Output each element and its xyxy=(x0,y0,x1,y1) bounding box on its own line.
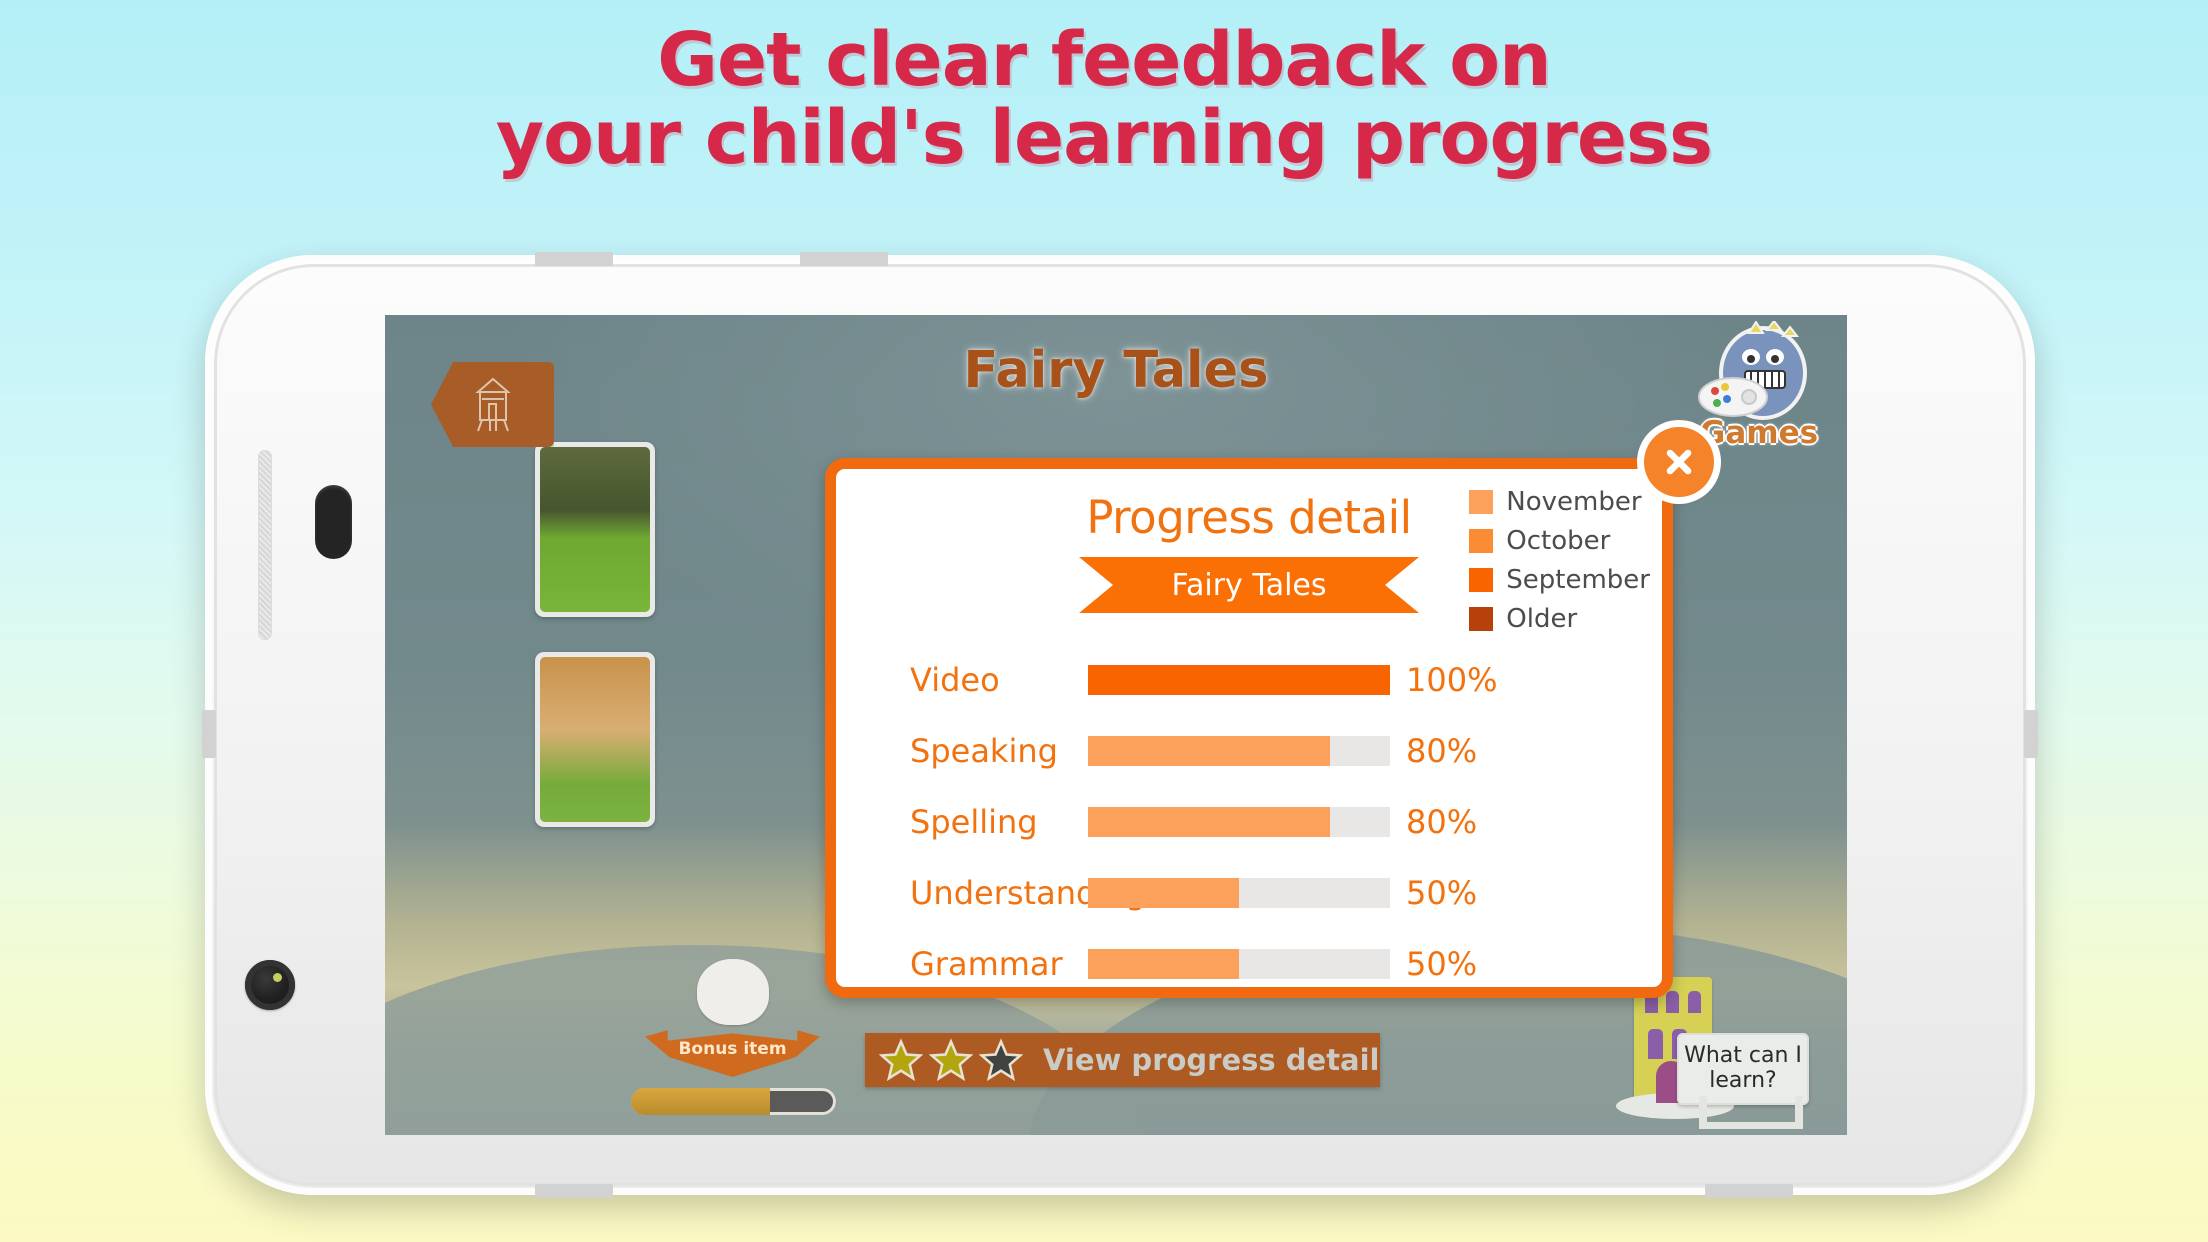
progress-bar-fill xyxy=(1088,948,1239,979)
close-x-icon xyxy=(1666,449,1692,475)
legend-item: Older xyxy=(1469,604,1650,634)
legend-item: November xyxy=(1469,487,1650,517)
legend-item: October xyxy=(1469,526,1650,556)
headline-line-2: your child's learning progress xyxy=(495,94,1713,181)
screen-title: Fairy Tales xyxy=(963,341,1269,400)
progress-row-label: Video xyxy=(910,660,1000,699)
antenna-band-top-left xyxy=(535,252,613,266)
legend-label: Older xyxy=(1506,604,1578,634)
earpiece-icon xyxy=(315,485,352,559)
antenna-band-right xyxy=(2024,710,2038,758)
progress-row: Grammar 50% xyxy=(836,928,1662,999)
progress-detail-dialog: Progress detail Fairy Tales November Octo… xyxy=(825,427,1714,999)
view-progress-detail-button[interactable]: View progress detail xyxy=(865,1033,1380,1087)
what-can-i-learn-sign[interactable]: What can I learn? xyxy=(1677,1033,1809,1129)
sign-line-2: learn? xyxy=(1709,1068,1777,1093)
progress-bar-track xyxy=(1088,664,1390,695)
progress-row: Speaking 80% xyxy=(836,715,1662,786)
progress-bar-fill xyxy=(1088,735,1330,766)
progress-bar-track xyxy=(1088,735,1390,766)
lesson-thumbnail-image xyxy=(540,447,650,612)
progress-rows: Video 100% Speaking 80% Spelling 80% Understan… xyxy=(836,644,1662,999)
games-badge-button[interactable]: Games xyxy=(1693,319,1825,451)
legend-label: September xyxy=(1506,565,1650,595)
subject-ribbon: Fairy Tales xyxy=(1079,557,1419,613)
lesson-thumbnail[interactable] xyxy=(535,442,655,617)
subject-ribbon-label: Fairy Tales xyxy=(1171,567,1327,603)
progress-value-label: 100% xyxy=(1406,660,1498,699)
legend-swatch-icon xyxy=(1469,529,1494,553)
castle-window xyxy=(1648,1029,1663,1059)
progress-bar-track xyxy=(1088,806,1390,837)
bonus-item-ribbon: Bonus item xyxy=(645,1030,820,1077)
legend-swatch-icon xyxy=(1469,607,1494,631)
legend-item: September xyxy=(1469,565,1650,595)
progress-row-label: Speaking xyxy=(910,731,1058,770)
antenna-band-left xyxy=(202,710,216,758)
legend-label: October xyxy=(1506,526,1611,556)
antenna-band-bottom-right xyxy=(1705,1184,1793,1198)
progress-value-label: 80% xyxy=(1406,731,1478,770)
progress-row: Video 100% xyxy=(836,644,1662,715)
progress-row-label: Spelling xyxy=(910,802,1038,841)
headline-line-1: Get clear feedback on xyxy=(657,17,1551,103)
progress-row-label: Understanding xyxy=(910,873,1146,912)
lesson-thumbnail[interactable] xyxy=(535,652,655,827)
legend-swatch-icon xyxy=(1469,568,1494,592)
progress-row: Spelling 80% xyxy=(836,786,1662,857)
progress-bar-track xyxy=(1088,877,1390,908)
sign-line-1: What can I xyxy=(1684,1043,1802,1069)
view-progress-detail-label: View progress detail xyxy=(1043,1043,1380,1077)
progress-value-label: 80% xyxy=(1406,802,1478,841)
progress-value-label: 50% xyxy=(1406,944,1478,983)
progress-bar-track xyxy=(1088,948,1390,979)
cat-mascot-icon xyxy=(696,959,769,1025)
progress-bar-fill xyxy=(1088,664,1390,695)
star-filled-icon xyxy=(929,1038,973,1082)
progress-bar-fill xyxy=(1088,877,1239,908)
castle-window xyxy=(1666,991,1679,1013)
progress-row: Understanding 50% xyxy=(836,857,1662,928)
chart-legend: November October September Older xyxy=(1469,487,1650,643)
close-dialog-button[interactable] xyxy=(1644,427,1714,497)
phone-mockup: Fairy Tales Games d cks xyxy=(202,252,2038,1198)
dinosaur-gamepad-icon xyxy=(1698,319,1807,420)
page-headline: Get clear feedback on your child's learn… xyxy=(0,21,2208,181)
progress-row-label: Grammar xyxy=(910,944,1063,983)
phone-screen: Fairy Tales Games d cks xyxy=(385,315,1847,1135)
progress-bar-fill xyxy=(1088,806,1330,837)
sign-text: What can I learn? xyxy=(1684,1044,1802,1093)
bonus-progress-fill xyxy=(631,1088,771,1115)
speaker-grille-icon xyxy=(258,450,272,640)
games-badge-label: Games xyxy=(1699,415,1819,451)
star-empty-icon xyxy=(979,1038,1023,1082)
bonus-progress-bar xyxy=(631,1088,836,1115)
bonus-item-widget: Bonus item xyxy=(631,959,836,1115)
antenna-band-top-right xyxy=(800,252,888,266)
legend-swatch-icon xyxy=(1469,490,1494,514)
progress-value-label: 50% xyxy=(1406,873,1478,912)
legend-label: November xyxy=(1506,487,1642,517)
castle-window xyxy=(1688,991,1701,1013)
antenna-band-bottom-left xyxy=(535,1184,613,1198)
star-filled-icon xyxy=(879,1038,923,1082)
front-camera-icon xyxy=(245,960,295,1010)
lesson-thumbnail-image xyxy=(540,657,650,822)
bonus-item-label: Bonus item xyxy=(678,1039,787,1059)
